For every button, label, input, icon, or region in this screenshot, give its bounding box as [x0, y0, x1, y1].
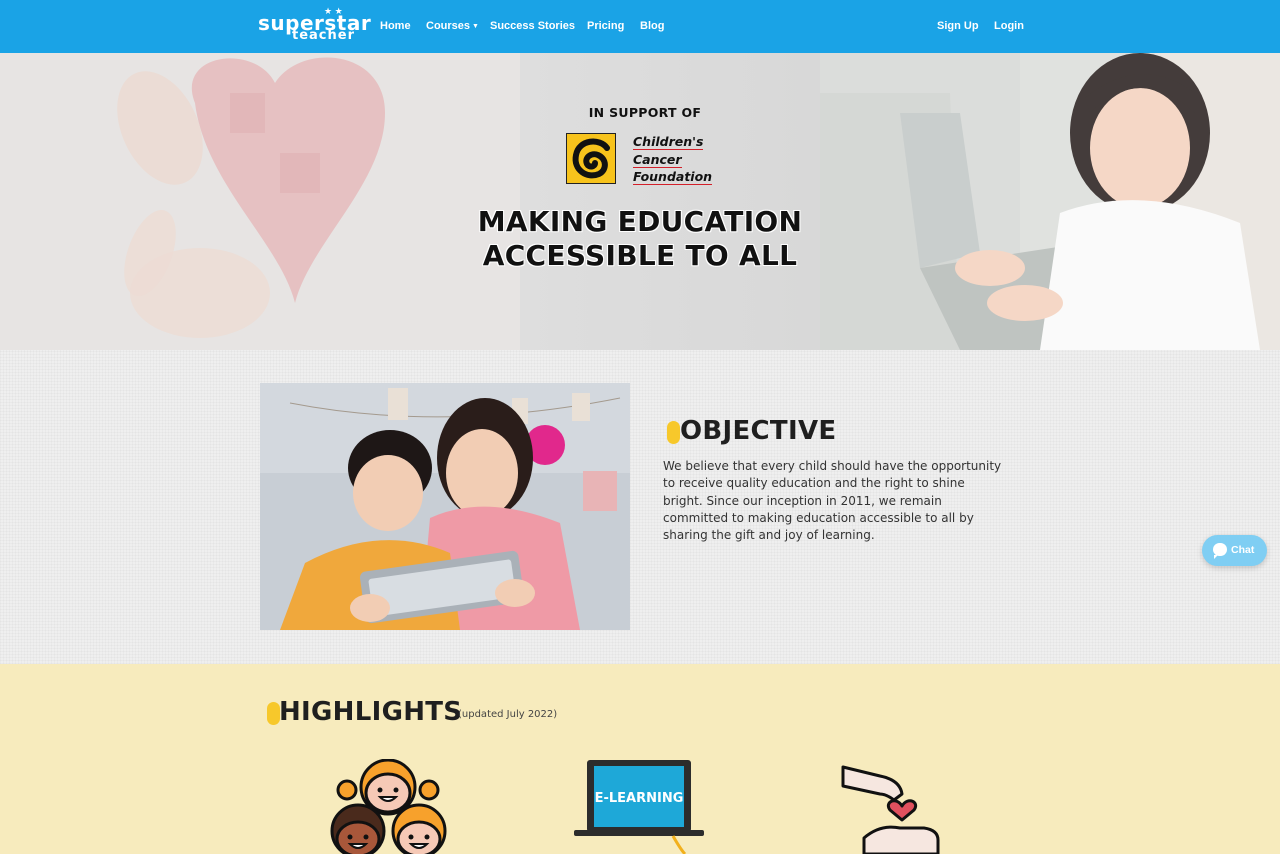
login-link[interactable]: Login — [994, 19, 1024, 33]
objective-description: We believe that every child should have … — [663, 459, 1002, 543]
foundation-line-3: Foundation — [633, 169, 713, 185]
hero-banner: IN SUPPORT OF Children's Cancer Foundati… — [0, 53, 1280, 350]
hero-heading: MAKING EDUCATION ACCESSIBLE TO ALL — [440, 205, 840, 273]
nav-courses-dropdown[interactable]: Courses ▼ — [426, 19, 479, 34]
chevron-down-icon: ▼ — [472, 23, 479, 30]
highlights-updated-note: (updated July 2022) — [458, 709, 558, 720]
nav-home-link[interactable]: Home — [380, 19, 411, 33]
highlights-heading: HIGHLIGHTS — [279, 697, 463, 727]
logo-text-teacher: teacher — [292, 28, 355, 43]
nav-courses-label: Courses — [426, 20, 471, 32]
childrens-cancer-foundation-logo-icon — [566, 133, 616, 184]
elearning-laptop-icon: E-LEARNING — [573, 758, 705, 854]
in-support-of-label: IN SUPPORT OF — [588, 105, 702, 120]
girl-laptop-image — [820, 53, 1280, 350]
sign-up-link[interactable]: Sign Up — [937, 19, 979, 33]
highlights-section: HIGHLIGHTS (updated July 2022) E-LEARNIN… — [0, 664, 1280, 854]
giving-hands-heart-icon — [840, 764, 942, 854]
children-faces-icon — [325, 758, 455, 854]
top-navbar: ★ ★ superstar teacher Home Courses ▼ Succ… — [0, 0, 1280, 53]
elearning-label: E-LEARNING — [595, 791, 684, 806]
foundation-line-1: Children's — [633, 134, 704, 150]
puzzle-heart-image — [0, 53, 520, 350]
objective-section: OBJECTIVE We believe that every child sh… — [0, 350, 1280, 664]
objective-title-accent — [667, 421, 680, 444]
foundation-line-2: Cancer — [633, 151, 682, 168]
chat-bubble-icon — [1213, 543, 1227, 559]
hero-heading-line-2: ACCESSIBLE TO ALL — [482, 239, 798, 272]
children-tablet-photo — [260, 383, 630, 630]
superstar-teacher-logo[interactable]: ★ ★ superstar teacher — [258, 7, 371, 45]
foundation-name: Children's Cancer Foundation — [633, 134, 713, 187]
nav-success-stories-link[interactable]: Success Stories — [490, 19, 575, 33]
hero-heading-line-1: MAKING EDUCATION — [477, 205, 803, 238]
chat-button[interactable]: Chat — [1202, 535, 1267, 566]
chat-label: Chat — [1231, 544, 1255, 556]
nav-blog-link[interactable]: Blog — [640, 19, 664, 33]
objective-heading: OBJECTIVE — [680, 416, 837, 446]
nav-pricing-link[interactable]: Pricing — [587, 19, 624, 33]
